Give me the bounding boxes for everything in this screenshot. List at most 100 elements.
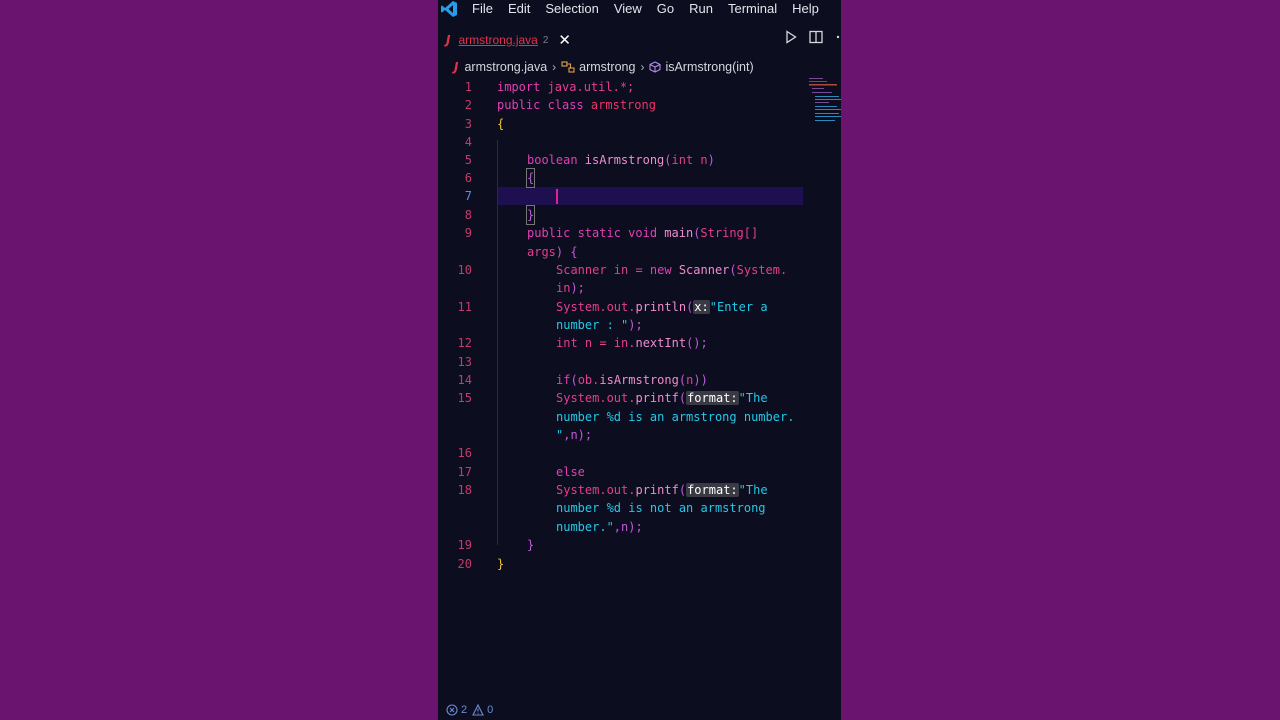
code-token: ( xyxy=(678,373,687,387)
parameter-hint: x: xyxy=(693,300,710,314)
line-number: 10 xyxy=(457,263,472,277)
code-line-18-wrap: number %d is not an armstrong xyxy=(438,499,841,517)
code-token: number %d is not an armstrong xyxy=(556,501,766,515)
problems-indicator[interactable]: 2 xyxy=(446,704,467,716)
line-number: 9 xyxy=(464,226,472,240)
breadcrumb: J armstrong.java › armstrong › isArmstro… xyxy=(454,58,754,76)
breadcrumb-file[interactable]: armstrong.java xyxy=(464,60,547,74)
warnings-indicator[interactable]: 0 xyxy=(472,704,493,716)
class-icon xyxy=(561,61,575,73)
code-token: println xyxy=(635,300,687,314)
java-file-icon: J xyxy=(446,33,451,47)
code-line-3: 3 { xyxy=(438,115,841,133)
code-token: number %d is an armstrong number. xyxy=(556,410,795,424)
code-line-2: 2 public class armstrong xyxy=(438,96,841,114)
code-token: { xyxy=(497,117,505,131)
code-token: Scanner in = xyxy=(556,263,650,277)
line-number: 2 xyxy=(464,98,472,112)
code-token: ( xyxy=(664,153,672,167)
code-token: ( xyxy=(570,373,578,387)
code-token: String[] xyxy=(700,226,759,240)
code-token: isArmstrong xyxy=(599,373,679,387)
code-token: "The xyxy=(738,391,768,405)
tab-bar: J armstrong.java 2 ✕ xyxy=(438,28,841,52)
code-line-19: 19 } xyxy=(438,536,841,554)
code-token: { xyxy=(525,168,536,188)
code-token: printf xyxy=(635,483,679,497)
code-line-8: 8 } xyxy=(438,205,841,225)
code-token: public static void xyxy=(527,226,665,240)
code-token: ( xyxy=(729,263,737,277)
line-number: 5 xyxy=(464,153,472,167)
code-token: if xyxy=(556,373,571,387)
editor-actions xyxy=(773,30,841,44)
code-line-15-wrap2: ",n); xyxy=(438,426,841,444)
line-number: 3 xyxy=(464,117,472,131)
code-token: "The xyxy=(738,483,768,497)
menu-view[interactable]: View xyxy=(614,0,642,18)
more-actions-icon[interactable] xyxy=(835,30,841,44)
code-line-9: 9 public static void main(String[] xyxy=(438,224,841,242)
code-token: isArmstrong xyxy=(584,153,665,167)
menu-go[interactable]: Go xyxy=(657,0,674,18)
code-token: armstrong xyxy=(590,98,656,112)
line-number: 16 xyxy=(457,446,472,460)
code-line-10-wrap: in); xyxy=(438,279,841,297)
line-number: 4 xyxy=(464,135,472,149)
code-token: ,n); xyxy=(613,520,643,534)
code-line-14: 14 if(ob.isArmstrong(n)) xyxy=(438,371,841,389)
tab-label: armstrong.java xyxy=(458,33,538,47)
parameter-hint: format: xyxy=(686,391,739,405)
code-token: java.util.*; xyxy=(547,80,635,94)
code-token: number." xyxy=(556,520,614,534)
code-token: ) { xyxy=(555,245,578,259)
code-token: boolean xyxy=(527,153,585,167)
split-editor-icon[interactable] xyxy=(809,30,823,44)
code-token: ) xyxy=(693,373,701,387)
menu-help[interactable]: Help xyxy=(792,0,819,18)
code-token: printf xyxy=(635,391,679,405)
code-token: ); xyxy=(628,318,643,332)
menu-run[interactable]: Run xyxy=(689,0,713,18)
code-line-12: 12 int n = in.nextInt(); xyxy=(438,334,841,352)
code-line-16: 16 xyxy=(438,444,841,462)
line-number: 14 xyxy=(457,373,472,387)
code-token: args xyxy=(527,245,556,259)
code-token: number : " xyxy=(556,318,629,332)
run-icon[interactable] xyxy=(785,30,797,44)
code-token: Scanner xyxy=(678,263,730,277)
code-token: System. xyxy=(736,263,788,277)
code-token: ,n); xyxy=(563,428,593,442)
line-number: 18 xyxy=(457,483,472,497)
code-token: System.out. xyxy=(556,391,636,405)
code-token: System.out. xyxy=(556,300,636,314)
tab-armstrong-java[interactable]: J armstrong.java 2 ✕ xyxy=(446,28,571,52)
menu-file[interactable]: File xyxy=(472,0,493,18)
menu-selection[interactable]: Selection xyxy=(545,0,598,18)
code-line-11: 11 System.out.println(x:"Enter a xyxy=(438,298,841,316)
menu-terminal[interactable]: Terminal xyxy=(728,0,777,18)
breadcrumb-method[interactable]: isArmstrong(int) xyxy=(665,60,753,74)
code-line-5: 5 boolean isArmstrong(int n) xyxy=(438,151,841,169)
line-number: 1 xyxy=(464,80,472,94)
code-line-15: 15 System.out.printf(format:"The xyxy=(438,389,841,407)
code-token: int n = in. xyxy=(556,336,636,350)
java-file-icon: J xyxy=(454,60,459,74)
close-icon[interactable]: ✕ xyxy=(558,31,571,49)
code-token: main xyxy=(664,226,694,240)
breadcrumb-class[interactable]: armstrong xyxy=(579,60,635,74)
menu-edit[interactable]: Edit xyxy=(508,0,530,18)
status-bar: 2 0 xyxy=(438,700,841,720)
line-number: 17 xyxy=(457,465,472,479)
code-token: ) xyxy=(707,153,715,167)
code-line-10: 10 Scanner in = new Scanner(System. xyxy=(438,261,841,279)
code-token: } xyxy=(525,205,536,225)
code-token: ) xyxy=(700,373,708,387)
tab-problem-count: 2 xyxy=(542,34,549,46)
code-line-18: 18 System.out.printf(format:"The xyxy=(438,481,841,499)
code-token: ( xyxy=(678,483,687,497)
code-token: else xyxy=(556,465,585,479)
code-line-9-wrap: args) { xyxy=(438,243,841,261)
code-line-4: 4 xyxy=(438,133,841,151)
line-number: 7 xyxy=(464,189,472,203)
